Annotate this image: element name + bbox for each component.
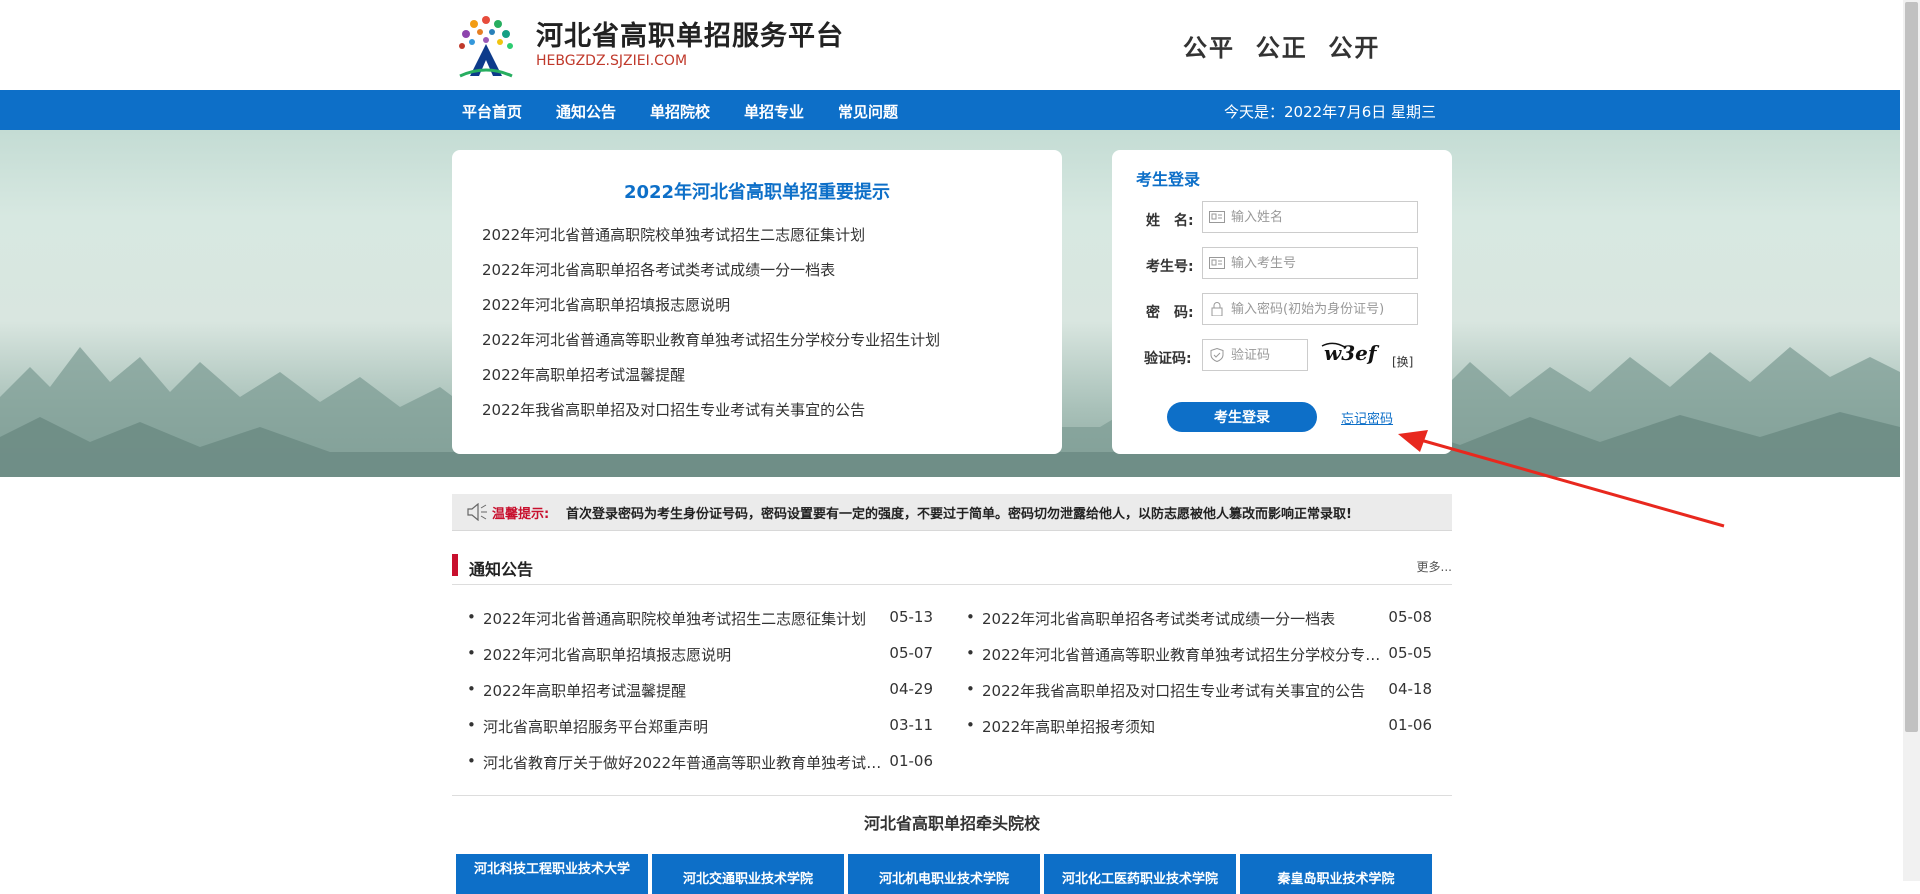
bullet-icon: • [966, 644, 975, 662]
important-notice-item[interactable]: 2022年河北省普通高职院校单独考试招生二志愿征集计划 [482, 224, 940, 259]
notice-date: 05-08 [1388, 608, 1432, 626]
password-field[interactable] [1202, 293, 1418, 325]
shield-icon [1210, 348, 1224, 362]
nav-item-colleges[interactable]: 单招院校 [650, 101, 710, 122]
notice-title: 2022年河北省高职单招填报志愿说明 [483, 646, 732, 664]
notice-date: 04-29 [889, 680, 933, 698]
college-card[interactable]: 河北科技工程职业技术大学 [456, 854, 648, 894]
notice-title: 2022年高职单招考试温馨提醒 [483, 682, 687, 700]
nav-item-notices[interactable]: 通知公告 [556, 101, 616, 122]
notice-list-item[interactable]: • 2022年高职单招报考须知 01-06 [966, 716, 1432, 738]
captcha-input[interactable] [1231, 340, 1303, 370]
bullet-icon: • [467, 680, 476, 698]
college-card[interactable]: 河北化工医药职业技术学院 [1044, 854, 1236, 894]
notice-list-item[interactable]: • 河北省高职单招服务平台郑重声明 03-11 [467, 716, 933, 738]
college-card[interactable]: 秦皇岛职业技术学院 [1240, 854, 1432, 894]
notice-title: 2022年河北省普通高职院校单独考试招生二志愿征集计划 [483, 610, 867, 628]
password-label: 密 码: [1146, 305, 1194, 321]
id-card-icon [1209, 257, 1225, 269]
notice-title: 2022年河北省高职单招各考试类考试成绩一分一档表 [982, 610, 1336, 628]
notice-date: 03-11 [889, 716, 933, 734]
notice-title: 2022年河北省普通高等职业教育单独考试招生分学校分专业招生计划 [982, 646, 1382, 664]
notices-section-title: 通知公告 [469, 560, 534, 579]
site-motto: 公平 公正 公开 [1183, 34, 1381, 62]
notice-list-item[interactable]: • 2022年河北省普通高等职业教育单独考试招生分学校分专业招生计划 05-05 [966, 644, 1432, 666]
bullet-icon: • [467, 716, 476, 734]
important-notice-list: 2022年河北省普通高职院校单独考试招生二志愿征集计划 2022年河北省高职单招… [482, 224, 940, 434]
tip-bar: 温馨提示: 首次登录密码为考生身份证号码，密码设置要有一定的强度，不要过于简单。… [452, 494, 1452, 531]
scrollbar-thumb[interactable] [1905, 2, 1918, 732]
bullet-icon: • [467, 752, 476, 770]
notice-list-item[interactable]: • 2022年河北省高职单招填报志愿说明 05-07 [467, 644, 933, 666]
notice-title: 河北省教育厅关于做好2022年普通高等职业教育单独考试招生工作的通知 [483, 754, 883, 772]
name-label: 姓 名: [1146, 213, 1194, 229]
notice-date: 05-05 [1388, 644, 1432, 662]
important-notice-item[interactable]: 2022年高职单招考试温馨提醒 [482, 364, 940, 399]
bullet-icon: • [467, 608, 476, 626]
page-scrollbar[interactable] [1903, 0, 1920, 881]
nav-item-majors[interactable]: 单招专业 [744, 101, 804, 122]
tip-text: 首次登录密码为考生身份证号码，密码设置要有一定的强度，不要过于简单。密码切勿泄露… [566, 507, 1352, 522]
login-title: 考生登录 [1136, 170, 1201, 189]
captcha-image[interactable]: w3ef [1320, 338, 1380, 366]
tip-label: 温馨提示: [492, 507, 550, 522]
exam-id-label: 考生号: [1146, 259, 1194, 275]
important-notice-card: 2022年河北省高职单招重要提示 2022年河北省普通高职院校单独考试招生二志愿… [452, 150, 1062, 454]
notice-date: 04-18 [1388, 680, 1432, 698]
name-field[interactable] [1202, 201, 1418, 233]
today-date: 今天是：2022年7月6日 星期三 [1224, 103, 1437, 121]
bullet-icon: • [467, 644, 476, 662]
nav-item-home[interactable]: 平台首页 [462, 101, 522, 122]
captcha-refresh-link[interactable]: [换] [1392, 353, 1413, 370]
notice-list-item[interactable]: • 2022年河北省高职单招各考试类考试成绩一分一档表 05-08 [966, 608, 1432, 630]
captcha-label: 验证码: [1144, 351, 1192, 367]
notice-date: 05-07 [889, 644, 933, 662]
bullet-icon: • [966, 716, 975, 734]
notice-title: 2022年我省高职单招及对口招生专业考试有关事宜的公告 [982, 682, 1366, 700]
site-url: HEBGZDZ.SJZIEI.COM [536, 53, 688, 69]
lock-icon [1211, 302, 1223, 316]
bullet-icon: • [966, 680, 975, 698]
captcha-text: w3ef [1324, 341, 1380, 365]
notice-title: 2022年高职单招报考须知 [982, 718, 1156, 736]
nav-item-faq[interactable]: 常见问题 [838, 101, 898, 122]
important-notice-item[interactable]: 2022年河北省高职单招填报志愿说明 [482, 294, 940, 329]
notice-date: 01-06 [889, 752, 933, 770]
college-card[interactable]: 河北机电职业技术学院 [848, 854, 1040, 894]
important-notice-item[interactable]: 2022年我省高职单招及对口招生专业考试有关事宜的公告 [482, 399, 940, 434]
site-header: 河北省高职单招服务平台 HEBGZDZ.SJZIEI.COM 公平 公正 公开 [0, 0, 1900, 90]
section-marker [452, 554, 458, 576]
speaker-icon [467, 503, 487, 521]
notice-list-item[interactable]: • 河北省教育厅关于做好2022年普通高等职业教育单独考试招生工作的通知 01-… [467, 752, 933, 774]
id-card-icon [1209, 211, 1225, 223]
name-input[interactable] [1231, 202, 1413, 232]
section-divider [452, 795, 1452, 796]
notice-list-item[interactable]: • 2022年我省高职单招及对口招生专业考试有关事宜的公告 04-18 [966, 680, 1432, 702]
notice-list-item[interactable]: • 2022年高职单招考试温馨提醒 04-29 [467, 680, 933, 702]
bullet-icon: • [966, 608, 975, 626]
site-logo-icon[interactable] [452, 10, 520, 80]
colleges-section-title: 河北省高职单招牵头院校 [863, 814, 1040, 833]
exam-id-field[interactable] [1202, 247, 1418, 279]
notice-date: 01-06 [1388, 716, 1432, 734]
site-title: 河北省高职单招服务平台 [536, 21, 844, 52]
important-notice-item[interactable]: 2022年河北省高职单招各考试类考试成绩一分一档表 [482, 259, 940, 294]
notices-more-link[interactable]: 更多... [1417, 558, 1452, 575]
login-card: 考生登录 姓 名: 考生号: 密 码: 验证码: w3ef [换] 考生登录 忘… [1112, 150, 1452, 454]
captcha-field[interactable] [1202, 339, 1308, 371]
forgot-password-link[interactable]: 忘记密码 [1341, 408, 1393, 427]
important-notice-title: 2022年河北省高职单招重要提示 [623, 182, 891, 203]
important-notice-item[interactable]: 2022年河北省普通高等职业教育单独考试招生分学校分专业招生计划 [482, 329, 940, 364]
exam-id-input[interactable] [1231, 248, 1413, 278]
notices-section-header: 通知公告 更多... [452, 554, 1452, 585]
password-input[interactable] [1231, 294, 1413, 324]
notice-list-item[interactable]: • 2022年河北省普通高职院校单独考试招生二志愿征集计划 05-13 [467, 608, 933, 630]
notice-date: 05-13 [889, 608, 933, 626]
notice-title: 河北省高职单招服务平台郑重声明 [483, 718, 709, 736]
main-navbar: 平台首页 通知公告 单招院校 单招专业 常见问题 今天是：2022年7月6日 星… [0, 90, 1900, 130]
college-card[interactable]: 河北交通职业技术学院 [652, 854, 844, 894]
login-submit-button[interactable]: 考生登录 [1167, 402, 1317, 432]
